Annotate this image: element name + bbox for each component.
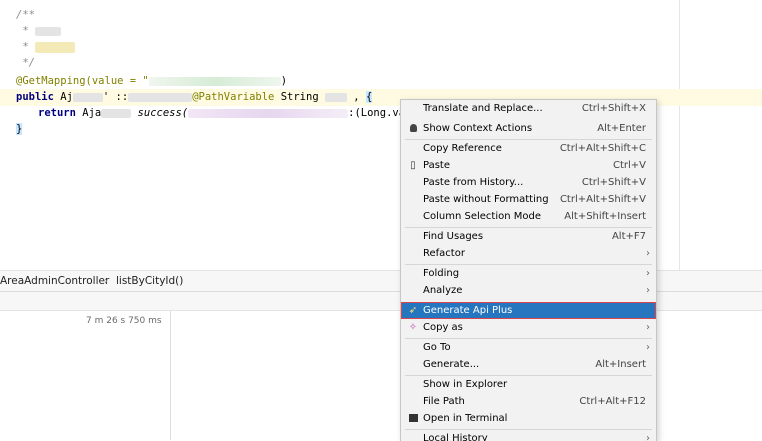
- chevron-right-icon: ›: [646, 268, 650, 279]
- clipboard-icon: ▯: [410, 160, 416, 171]
- menu-item-label: Column Selection Mode: [423, 211, 541, 222]
- return-statement: return Aja success(:(Long.va: [38, 107, 406, 119]
- menu-item-paste-from-history[interactable]: Paste from History... Ctrl+Shift+V: [401, 174, 656, 191]
- menu-item-label: Find Usages: [423, 231, 484, 242]
- timing-label: 7 m 26 s 750 ms: [86, 316, 162, 326]
- menu-item-label: Refactor: [423, 248, 465, 259]
- sparkle-icon: ✧: [408, 322, 418, 333]
- menu-item-go-to[interactable]: Go To ›: [401, 339, 656, 356]
- rocket-icon: ➶: [408, 305, 418, 316]
- javadoc-line-2: *: [16, 39, 75, 55]
- menu-item-shortcut: Ctrl+Alt+F12: [579, 396, 646, 407]
- menu-item-shortcut: Alt+Enter: [597, 123, 646, 134]
- menu-item-analyze[interactable]: Analyze ›: [401, 282, 656, 299]
- redacted-text: [72, 92, 103, 102]
- redacted-text: [128, 92, 193, 102]
- menu-item-label: File Path: [423, 396, 465, 407]
- chevron-right-icon: ›: [646, 248, 650, 259]
- right-margin-guide: [679, 0, 680, 270]
- javadoc-close: */: [16, 57, 35, 69]
- menu-item-label: Paste from History...: [423, 177, 524, 188]
- method-signature: public Aj ' :: @PathVariable String , {: [16, 91, 373, 103]
- menu-item-file-path[interactable]: File Path Ctrl+Alt+F12: [401, 393, 656, 410]
- menu-item-label: Translate and Replace...: [423, 103, 543, 114]
- lightbulb-icon: [407, 120, 419, 137]
- menu-item-label: Folding: [423, 268, 460, 279]
- menu-item-label: Generate Api Plus: [423, 305, 513, 316]
- menu-item-label: Open in Terminal: [423, 413, 508, 424]
- menu-item-column-selection-mode[interactable]: Column Selection Mode Alt+Shift+Insert: [401, 208, 656, 225]
- menu-item-label: Paste: [423, 160, 450, 171]
- terminal-icon: [407, 410, 419, 427]
- redacted-text: [324, 92, 347, 102]
- redacted-text: [188, 108, 349, 118]
- chevron-right-icon: ›: [646, 433, 650, 441]
- get-mapping-annotation: @GetMapping(value = "): [16, 75, 288, 87]
- menu-item-generate[interactable]: Generate... Alt+Insert: [401, 356, 656, 373]
- javadoc-open: /**: [16, 9, 35, 21]
- breadcrumb-class[interactable]: AreaAdminController: [0, 271, 109, 291]
- menu-item-shortcut: Ctrl+V: [612, 160, 646, 171]
- redacted-text: [34, 26, 61, 36]
- menu-item-paste-without-formatting[interactable]: Paste without Formatting Ctrl+Alt+Shift+…: [401, 191, 656, 208]
- menu-item-open-in-terminal[interactable]: Open in Terminal: [401, 410, 656, 427]
- chevron-right-icon: ›: [646, 342, 650, 353]
- menu-item-copy-as[interactable]: ✧ Copy as ›: [401, 319, 656, 336]
- menu-item-copy-reference[interactable]: Copy Reference Ctrl+Alt+Shift+C: [401, 140, 656, 157]
- breadcrumb-method[interactable]: listByCityId(): [116, 271, 183, 291]
- panel-divider[interactable]: [170, 311, 171, 440]
- menu-item-generate-api-plus[interactable]: ➶ Generate Api Plus: [401, 302, 656, 319]
- menu-item-label: Go To: [423, 342, 451, 353]
- menu-item-shortcut: Ctrl+Alt+Shift+C: [559, 143, 646, 154]
- redacted-text: [101, 108, 132, 118]
- breadcrumb-separator: ›: [104, 275, 109, 287]
- menu-item-label: Generate...: [423, 359, 480, 370]
- closing-brace: }: [16, 123, 23, 135]
- redacted-text: [34, 41, 75, 53]
- menu-item-label: Copy as: [423, 322, 463, 333]
- menu-item-shortcut: Ctrl+Alt+Shift+V: [559, 194, 646, 205]
- menu-item-label: Paste without Formatting: [423, 194, 549, 205]
- menu-item-refactor[interactable]: Refactor ›: [401, 245, 656, 262]
- chevron-right-icon: ›: [646, 322, 650, 333]
- menu-item-shortcut: Alt+F7: [611, 231, 646, 242]
- menu-item-folding[interactable]: Folding ›: [401, 265, 656, 282]
- menu-item-label: Show Context Actions: [423, 123, 533, 134]
- menu-item-shortcut: Ctrl+Shift+X: [581, 103, 646, 114]
- menu-item-label: Local History: [423, 433, 488, 441]
- menu-item-label: Copy Reference: [423, 143, 502, 154]
- menu-item-shortcut: Alt+Insert: [595, 359, 646, 370]
- javadoc-line-1: *: [16, 23, 61, 39]
- menu-item-find-usages[interactable]: Find Usages Alt+F7: [401, 228, 656, 245]
- menu-item-paste[interactable]: ▯ Paste Ctrl+V: [401, 157, 656, 174]
- menu-item-translate-replace[interactable]: Translate and Replace... Ctrl+Shift+X: [401, 100, 656, 117]
- context-menu: Translate and Replace... Ctrl+Shift+X Sh…: [400, 99, 657, 441]
- menu-item-shortcut: Alt+Shift+Insert: [564, 211, 646, 222]
- menu-item-show-in-explorer[interactable]: Show in Explorer: [401, 376, 656, 393]
- chevron-right-icon: ›: [646, 285, 650, 296]
- menu-item-show-context-actions[interactable]: Show Context Actions Alt+Enter: [401, 120, 656, 137]
- menu-item-label: Analyze: [423, 285, 463, 296]
- menu-item-shortcut: Ctrl+Shift+V: [581, 177, 646, 188]
- menu-item-label: Show in Explorer: [423, 379, 508, 390]
- menu-item-local-history[interactable]: Local History ›: [401, 430, 656, 441]
- redacted-text: [148, 76, 281, 86]
